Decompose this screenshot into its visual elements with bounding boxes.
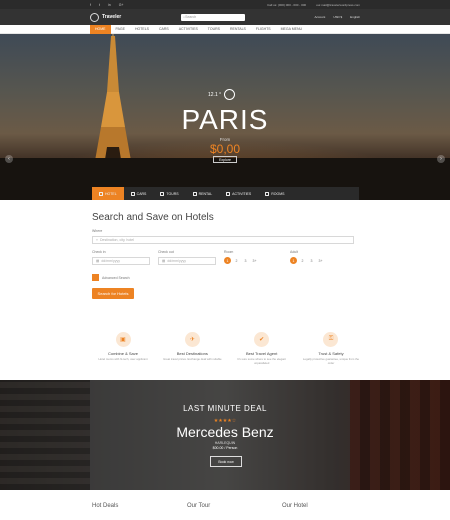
nav-rentals[interactable]: RENTALS <box>225 25 251 34</box>
our-hotel-heading: Our Hotel <box>282 503 308 509</box>
features-row: ▣ Combine & Save Hotel rooms with hi-tec… <box>92 332 362 365</box>
hot-deals-heading: Hot Deals <box>92 503 119 509</box>
search-input[interactable]: ⌕ Search <box>181 13 246 21</box>
main-nav: HOME PAGE HOTELS CARS ACTIVITIES TOURS R… <box>0 24 450 34</box>
account-menu[interactable]: Account <box>314 15 325 19</box>
lock-icon: ⚿ <box>323 332 339 347</box>
flag-icon <box>160 191 165 196</box>
last-minute-deal-banner: LAST MINUTE DEAL ★★★★☆ Mercedes Benz HAR… <box>0 380 450 490</box>
ticket-icon <box>226 191 231 196</box>
calendar-icon: ▦ <box>162 259 166 263</box>
checkout-input[interactable]: ▦ dd/mm/yyyy <box>158 257 216 265</box>
feature-item: ⚿ Trust & Safety Legally protective guar… <box>300 332 362 365</box>
adult-option[interactable]: 2 <box>299 257 306 264</box>
tab-rental[interactable]: RENTAL <box>186 187 220 200</box>
nav-tours[interactable]: TOURS <box>203 25 225 34</box>
adult-option[interactable]: 3+ <box>317 257 324 264</box>
plane-icon: ✈ <box>184 332 200 347</box>
where-input[interactable]: ⌖ Destination, city, hotel <box>92 236 354 244</box>
next-slide-icon[interactable]: › <box>437 155 445 163</box>
currency-select[interactable]: USD $ <box>333 15 342 19</box>
our-tour-heading: Our Tour <box>187 503 211 509</box>
google-plus-icon[interactable]: G+ <box>119 3 124 7</box>
hero-banner: 12.1 ° PARIS From $0,00 Explore ‹ › HOTE… <box>0 34 450 200</box>
nav-activities[interactable]: ACTIVITIES <box>174 25 203 34</box>
map-pin-icon: ⌖ <box>96 238 98 242</box>
rooms-label: Room <box>224 250 234 254</box>
hotel-icon <box>99 191 103 196</box>
bed-icon <box>265 191 270 196</box>
where-label: Where <box>92 229 103 233</box>
deal-heading: LAST MINUTE DEAL <box>183 404 267 413</box>
feature-item: ✔ Best Travel Agent It's sure some where… <box>231 332 293 365</box>
briefcase-icon: ▣ <box>115 332 131 347</box>
search-panel: Search and Save on Hotels Where ⌖ Destin… <box>92 212 362 299</box>
plus-icon <box>92 274 99 281</box>
tab-hotel[interactable]: HOTEL <box>92 187 124 200</box>
nav-home[interactable]: HOME <box>90 24 111 34</box>
prev-slide-icon[interactable]: ‹ <box>5 155 13 163</box>
adult-selector: 1 2 3 3+ <box>290 257 356 264</box>
calendar-icon: ▦ <box>96 259 100 263</box>
logo-mark-icon <box>90 12 99 22</box>
rooms-selector: 1 2 3 3+ <box>224 257 290 264</box>
deal-name: Mercedes Benz <box>176 424 274 440</box>
temperature: 12.1 ° <box>208 91 222 98</box>
thumbs-up-icon: ✔ <box>254 332 270 347</box>
hero-price: $0,00 <box>209 142 241 156</box>
adult-option[interactable]: 3 <box>308 257 315 264</box>
checkin-input[interactable]: ▦ dd/mm/yyyy <box>92 257 150 265</box>
rooms-option[interactable]: 1 <box>224 257 231 264</box>
car-icon <box>130 191 135 196</box>
logo-text: Traveler <box>102 14 122 20</box>
search-title: Search and Save on Hotels <box>92 212 214 223</box>
feature-item: ▣ Combine & Save Hotel rooms with hi-tec… <box>92 332 154 365</box>
search-hotels-button[interactable]: Search for Hotels <box>92 288 134 299</box>
email-text[interactable]: our.mail@travelerwordpress.com <box>316 3 360 7</box>
deal-location: HARLEQUIN <box>214 441 236 445</box>
sun-icon <box>224 89 236 100</box>
checkin-label: Check in <box>92 250 106 254</box>
tab-rooms[interactable]: ROOMS <box>258 187 291 200</box>
advanced-search-toggle[interactable]: Advanced Search <box>92 274 362 281</box>
section-headings: Hot Deals Our Tour Our Hotel <box>92 503 362 509</box>
search-placeholder: Search <box>185 15 197 19</box>
twitter-icon[interactable]: t <box>99 3 100 7</box>
checkout-label: Check out <box>158 250 174 254</box>
tab-activities[interactable]: ACTIVITIES <box>219 187 258 200</box>
tab-tours[interactable]: TOURS <box>153 187 185 200</box>
contact-info: Call us: (000) 000 - 000 - 000 our.mail@… <box>267 3 360 7</box>
nav-page[interactable]: PAGE <box>111 25 130 34</box>
linkedin-icon[interactable]: in <box>108 3 111 7</box>
adult-option[interactable]: 1 <box>290 257 297 264</box>
rooms-option[interactable]: 2 <box>233 257 240 264</box>
tab-cars[interactable]: CARS <box>124 187 154 200</box>
explore-button[interactable]: Explore <box>213 156 237 163</box>
nav-mega-menu[interactable]: MEGA MENU <box>276 25 307 34</box>
deal-price: $00.00 / Person <box>212 446 238 450</box>
language-select[interactable]: English <box>350 15 360 19</box>
rooms-option[interactable]: 3 <box>242 257 249 264</box>
phone-text: Call us: (000) 000 - 000 - 000 <box>267 2 307 7</box>
adult-label: Adult <box>290 250 298 254</box>
nav-flights[interactable]: FLIGHTS <box>251 25 276 34</box>
nav-hotels[interactable]: HOTELS <box>130 25 154 34</box>
nav-cars[interactable]: CARS <box>154 25 174 34</box>
search-tabs: HOTEL CARS TOURS RENTAL ACTIVITIES ROOMS <box>92 187 359 200</box>
home-icon <box>192 191 197 196</box>
social-links: f t in G+ <box>90 3 123 7</box>
logo[interactable]: Traveler <box>90 12 122 22</box>
header-actions: Account USD $ English <box>314 15 360 19</box>
main-header: Traveler ⌕ Search Account USD $ English <box>0 9 450 25</box>
weather-widget: 12.1 ° <box>208 89 236 100</box>
feature-item: ✈ Best Destinations Great travel prices.… <box>161 332 223 365</box>
top-utility-bar: f t in G+ Call us: (000) 000 - 000 - 000… <box>0 0 450 9</box>
facebook-icon[interactable]: f <box>90 3 91 7</box>
rooms-option[interactable]: 3+ <box>251 257 258 264</box>
hero-city-name: PARIS <box>181 104 269 135</box>
book-now-button[interactable]: Book now <box>210 456 242 467</box>
